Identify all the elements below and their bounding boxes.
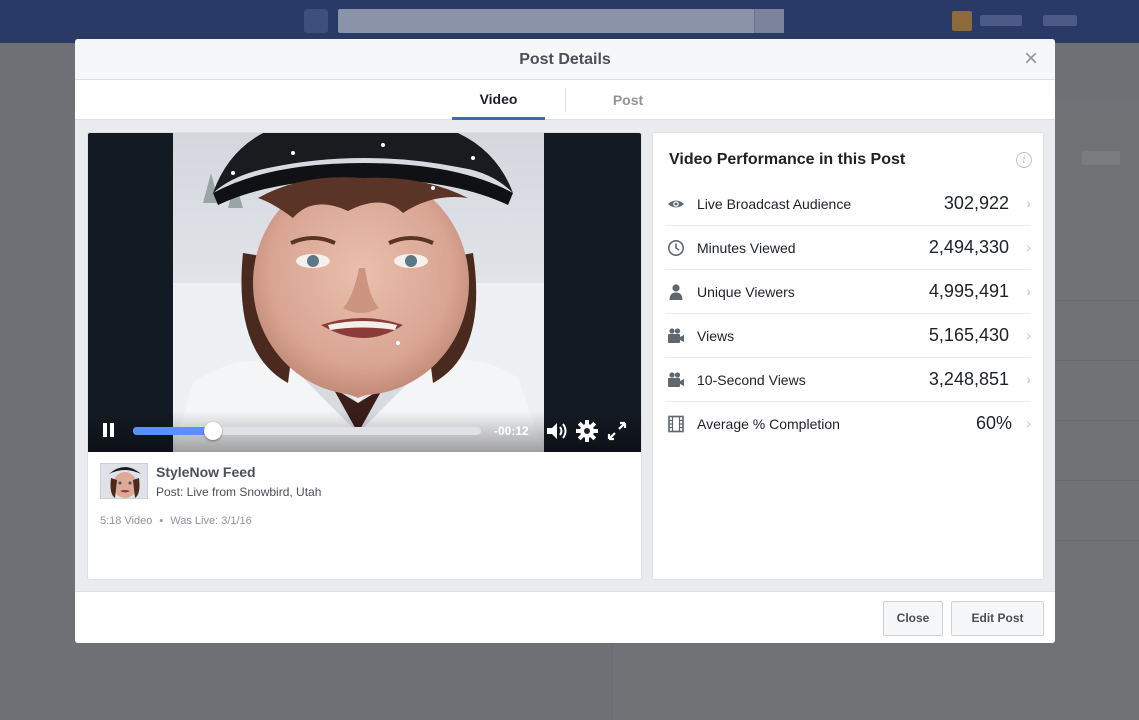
metric-label: Live Broadcast Audience: [697, 196, 852, 212]
meta-separator: •: [159, 515, 164, 527]
video-player[interactable]: -00:12: [88, 133, 641, 452]
metric-label: Minutes Viewed: [697, 240, 796, 256]
progress-fill: [133, 427, 214, 435]
settings-gear-icon[interactable]: [574, 418, 600, 444]
close-icon[interactable]: ×: [1021, 47, 1041, 71]
page-name-link[interactable]: StyleNow Feed: [156, 464, 256, 480]
background-divider: [1056, 540, 1139, 541]
background-chip: [1082, 151, 1120, 165]
chevron-right-icon: ›: [1026, 195, 1031, 211]
metric-value: 2,494,330: [928, 237, 1009, 257]
tab-divider: [565, 88, 566, 112]
background-divider: [1056, 300, 1139, 301]
performance-title: Video Performance in this Post: [669, 151, 906, 168]
metric-row-10-second-views[interactable]: 10-Second Views 3,248,851 ›: [665, 358, 1031, 402]
close-button[interactable]: Close: [883, 601, 943, 636]
video-duration: 5:18 Video: [100, 515, 153, 527]
video-meta: 5:18 Video • Was Live: 3/1/16: [100, 515, 252, 527]
background-profile-name: [980, 15, 1022, 26]
background-home-link: [1043, 15, 1077, 26]
clock-icon: [667, 239, 685, 257]
metric-label: Average % Completion: [697, 416, 840, 432]
modal-header: Post Details ×: [75, 39, 1055, 80]
video-frame: [173, 133, 544, 452]
background-top-bar: [0, 0, 1139, 43]
time-remaining: -00:12: [494, 424, 529, 438]
metric-row-views[interactable]: Views 5,165,430 ›: [665, 314, 1031, 358]
metric-row-live-broadcast-audience[interactable]: Live Broadcast Audience 302,922 ›: [665, 182, 1031, 226]
metric-row-average-completion[interactable]: Average % Completion 60% ›: [665, 402, 1031, 446]
post-title: Post: Live from Snowbird, Utah: [156, 485, 322, 499]
volume-icon[interactable]: [544, 418, 570, 444]
modal-title: Post Details: [519, 51, 611, 68]
background-avatar: [952, 11, 972, 31]
metric-label: 10-Second Views: [697, 372, 806, 388]
tab-video[interactable]: Video: [452, 80, 545, 120]
info-icon[interactable]: i: [1016, 152, 1032, 168]
metric-row-minutes-viewed[interactable]: Minutes Viewed 2,494,330 ›: [665, 226, 1031, 270]
metric-value: 3,248,851: [928, 369, 1009, 389]
background-divider: [1056, 420, 1139, 421]
post-details-modal: Post Details × Video Post -00:12 StyleNo…: [75, 39, 1055, 643]
chevron-right-icon: ›: [1026, 371, 1031, 387]
background-search-bar: [338, 9, 784, 33]
was-live-date: Was Live: 3/1/16: [170, 515, 252, 527]
progress-scrubber[interactable]: [133, 422, 481, 440]
metric-value: 4,995,491: [928, 281, 1009, 301]
progress-knob[interactable]: [204, 422, 223, 440]
video-card: -00:12 StyleNow Feed Post: Live from Sno…: [87, 132, 642, 580]
video-controls: -00:12: [88, 411, 641, 452]
video-camera-icon: [667, 327, 685, 345]
metric-value: 60%: [975, 413, 1012, 433]
eye-icon: [667, 195, 685, 213]
film-icon: [667, 415, 685, 433]
background-divider: [1056, 480, 1139, 481]
chevron-right-icon: ›: [1026, 239, 1031, 255]
tab-post[interactable]: Post: [583, 80, 673, 120]
metric-label: Unique Viewers: [697, 284, 795, 300]
pause-icon[interactable]: [101, 423, 117, 439]
modal-footer: Close Edit Post: [75, 591, 1055, 643]
background-divider: [1056, 360, 1139, 361]
page-avatar[interactable]: [100, 463, 148, 499]
performance-card: Video Performance in this Post i Live Br…: [652, 132, 1044, 580]
video-camera-icon: [667, 371, 685, 389]
background-logo: [304, 9, 328, 33]
metric-label: Views: [697, 328, 735, 344]
chevron-right-icon: ›: [1026, 415, 1031, 431]
chevron-right-icon: ›: [1026, 283, 1031, 299]
edit-post-button[interactable]: Edit Post: [951, 601, 1044, 636]
tab-bar: Video Post: [75, 80, 1055, 120]
metric-value: 5,165,430: [928, 325, 1009, 345]
metric-row-unique-viewers[interactable]: Unique Viewers 4,995,491 ›: [665, 270, 1031, 314]
fullscreen-icon[interactable]: [604, 418, 630, 444]
video-still-image: [173, 133, 544, 452]
metric-value: 302,922: [943, 193, 1009, 213]
chevron-right-icon: ›: [1026, 327, 1031, 343]
person-icon: [667, 283, 685, 301]
